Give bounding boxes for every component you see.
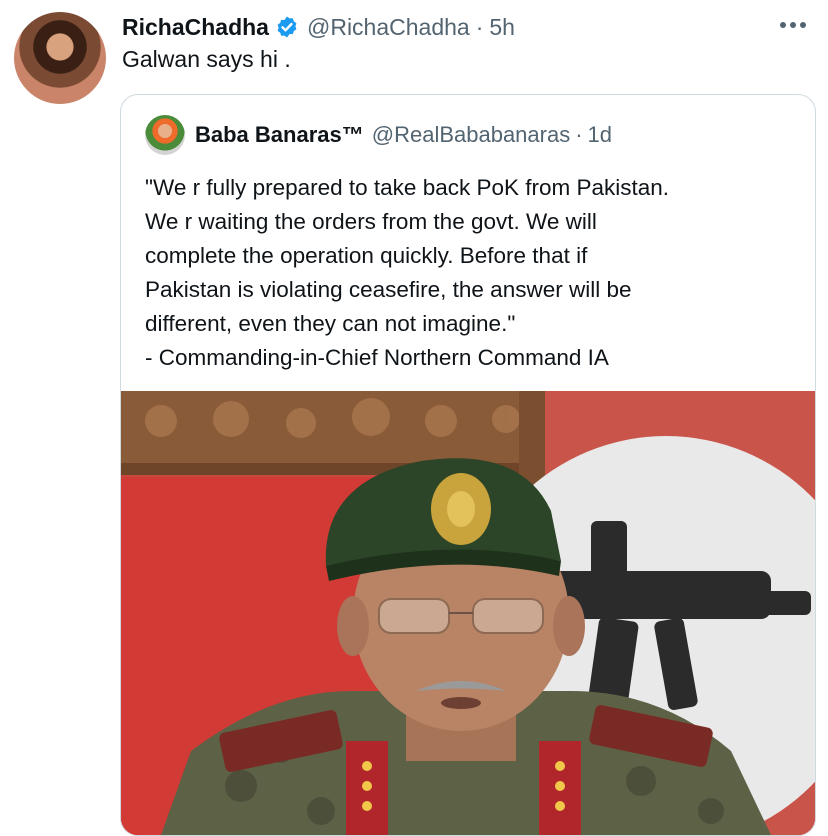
more-options-icon[interactable] <box>780 18 812 32</box>
quoted-tweet-photo[interactable] <box>121 391 815 835</box>
tweet-header: RichaChadha @RichaChadha · 5h <box>122 10 515 44</box>
verified-badge-icon <box>275 15 299 39</box>
author-display-name[interactable]: RichaChadha <box>122 14 269 41</box>
quoted-tweet-card[interactable]: Baba Banaras™ @RealBababanaras · 1d "We … <box>120 94 816 836</box>
quoted-header-separator: · <box>575 122 583 147</box>
tweet-text: Galwan says hi . <box>122 46 291 72</box>
quoted-author-avatar[interactable] <box>145 115 185 155</box>
quoted-tweet-timestamp[interactable]: 1d <box>588 122 612 148</box>
quoted-author-handle[interactable]: @RealBababanaras <box>372 122 570 148</box>
author-handle[interactable]: @RichaChadha <box>307 14 470 41</box>
header-separator: · <box>475 13 484 40</box>
quoted-author-display-name[interactable]: Baba Banaras™ <box>195 122 364 148</box>
quoted-tweet-header: Baba Banaras™ @RealBababanaras · 1d <box>145 115 612 155</box>
author-avatar[interactable] <box>14 12 106 104</box>
quoted-tweet-text: "We r fully prepared to take back PoK fr… <box>145 175 670 370</box>
tweet-timestamp[interactable]: 5h <box>489 14 515 41</box>
